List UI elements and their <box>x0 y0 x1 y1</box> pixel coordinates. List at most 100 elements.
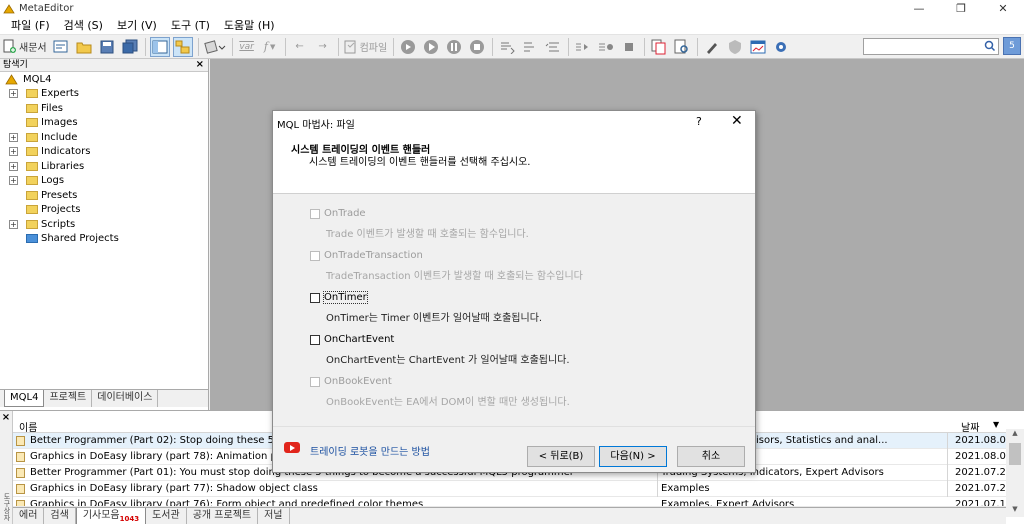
forward-button[interactable]: → <box>313 37 333 57</box>
search-icon[interactable] <box>984 40 996 52</box>
expand-icon[interactable]: + <box>9 147 18 157</box>
menu-view[interactable]: 보기 (V) <box>110 17 164 34</box>
arrow-right-icon: → <box>318 41 327 52</box>
table-row[interactable]: Graphics in DoEasy library (part 77): Sh… <box>13 481 1012 497</box>
breakpoint-button[interactable] <box>596 37 616 57</box>
expand-icon[interactable]: + <box>9 176 18 186</box>
tree-item-images[interactable]: Images <box>0 116 208 131</box>
market-button[interactable] <box>725 37 745 57</box>
tab-errors[interactable]: 에러 <box>13 508 45 524</box>
tree-item-include[interactable]: + Include <box>0 130 208 145</box>
onchartevent-checkbox[interactable] <box>310 335 320 345</box>
new-from-template-button[interactable] <box>51 37 71 57</box>
search-input[interactable] <box>863 38 999 55</box>
tab-projects[interactable]: 프로젝트 <box>44 390 93 407</box>
tab-journal[interactable]: 저널 <box>258 508 290 524</box>
menu-file[interactable]: 파일 (F) <box>4 17 57 34</box>
back-button[interactable]: ← <box>290 37 310 57</box>
scroll-down-icon[interactable]: ▼ <box>1006 505 1024 517</box>
tab-search[interactable]: 검색 <box>44 508 76 524</box>
mql5-community-button[interactable]: 5 <box>1003 37 1021 55</box>
option-name[interactable]: OnTimer <box>323 291 368 304</box>
option-name[interactable]: OnChartEvent <box>324 334 394 345</box>
toolbox-close-icon[interactable]: × <box>0 411 12 425</box>
navigator-toggle-button[interactable] <box>149 36 170 57</box>
event-handler-options: OnTrade Trade 이벤트가 발생할 때 호출되는 함수입니다. OnT… <box>273 194 755 426</box>
list-names-button[interactable]: var <box>237 37 257 57</box>
open-button[interactable] <box>74 37 94 57</box>
new-document-button[interactable]: 새문서 <box>2 37 48 57</box>
terminal-button[interactable] <box>748 37 768 57</box>
tree-item-libraries[interactable]: + Libraries <box>0 159 208 174</box>
parameter-info-button[interactable]: f ▼ <box>260 37 280 57</box>
tab-code-base[interactable]: 도서관 <box>146 508 187 524</box>
back-button[interactable]: < 뒤로(B) <box>527 446 595 467</box>
tree-item-mql4[interactable]: MQL4 <box>0 72 208 87</box>
step-out-button[interactable] <box>543 37 563 57</box>
styler-icon <box>203 39 225 54</box>
copy-button[interactable] <box>649 37 669 57</box>
tree-item-presets[interactable]: Presets <box>0 188 208 203</box>
debug-stop-button[interactable] <box>467 37 487 57</box>
tree-item-files[interactable]: Files <box>0 101 208 116</box>
expand-icon[interactable]: + <box>9 219 18 229</box>
add-watch-button[interactable] <box>573 37 593 57</box>
expand-icon[interactable]: + <box>9 132 18 142</box>
minimize-button[interactable]: — <box>898 0 940 17</box>
scroll-thumb[interactable] <box>1009 443 1021 465</box>
close-window-button[interactable]: ✕ <box>982 0 1024 17</box>
tab-public-projects[interactable]: 공개 프로젝트 <box>187 508 259 524</box>
debug-play-button[interactable] <box>421 37 441 57</box>
option-description: Trade 이벤트가 발생할 때 호출되는 함수입니다. <box>326 229 529 240</box>
expand-icon[interactable]: + <box>9 89 18 99</box>
tree-item-indicators[interactable]: + Indicators <box>0 145 208 160</box>
ontimer-checkbox[interactable] <box>310 293 320 303</box>
tree-item-shared-projects[interactable]: Shared Projects <box>0 232 208 247</box>
cancel-button[interactable]: 취소 <box>677 446 745 467</box>
remove-breakpoints-button[interactable] <box>619 37 639 57</box>
ontrade-checkbox[interactable] <box>310 209 320 219</box>
article-title: Better Programmer (Part 02): Stop doing … <box>30 435 309 446</box>
column-header-name[interactable]: 이름 <box>19 419 37 434</box>
tree-item-experts[interactable]: + Experts <box>0 87 208 102</box>
scroll-up-icon[interactable]: ▲ <box>1006 429 1024 441</box>
save-all-button[interactable] <box>120 37 140 57</box>
expand-icon[interactable]: + <box>9 161 18 171</box>
tree-item-projects[interactable]: Projects <box>0 203 208 218</box>
youtube-icon[interactable] <box>284 442 300 453</box>
save-button[interactable] <box>97 37 117 57</box>
tree-item-label: Presets <box>41 189 78 201</box>
table-row[interactable]: Graphics in DoEasy library (part 76): Fo… <box>13 497 1006 507</box>
step-over-button[interactable] <box>520 37 540 57</box>
debug-start-button[interactable] <box>398 37 418 57</box>
tree-item-logs[interactable]: + Logs <box>0 174 208 189</box>
navigator-tabs: MQL4 프로젝트 데이터베이스 <box>0 389 208 407</box>
video-tutorial-link[interactable]: 트레이딩 로봇을 만드는 방법 <box>310 443 430 458</box>
tab-articles[interactable]: 기사모음1043 <box>75 508 147 524</box>
navigator-close-icon[interactable]: × <box>196 59 204 71</box>
find-in-files-button[interactable] <box>672 37 692 57</box>
debug-pause-button[interactable] <box>444 37 464 57</box>
help-button[interactable]: ? <box>696 115 702 128</box>
navigator-tree: MQL4 + Experts Files Images + Include + Ind… <box>0 72 208 246</box>
toolbox-toggle-button[interactable] <box>172 36 193 57</box>
dialog-close-button[interactable]: ✕ <box>731 113 743 129</box>
styler-button[interactable] <box>203 37 227 57</box>
compile-button[interactable]: 컴파일 <box>343 37 389 57</box>
toolbox-scrollbar[interactable]: ▲ ▼ <box>1006 429 1024 517</box>
compile-icon <box>344 40 356 53</box>
menu-search[interactable]: 검색 (S) <box>57 17 110 34</box>
mql5-button[interactable] <box>702 37 722 57</box>
settings-button[interactable] <box>771 37 791 57</box>
step-into-button[interactable] <box>497 37 517 57</box>
ontradetransaction-checkbox[interactable] <box>310 251 320 261</box>
onbookevent-checkbox[interactable] <box>310 377 320 387</box>
tree-item-scripts[interactable]: + Scripts <box>0 217 208 232</box>
next-button[interactable]: 다음(N) > <box>599 446 667 467</box>
menu-tools[interactable]: 도구 (T) <box>164 17 217 34</box>
column-header-date[interactable]: 날짜 <box>961 419 979 434</box>
tab-mql4[interactable]: MQL4 <box>4 390 45 407</box>
tab-database[interactable]: 데이터베이스 <box>92 390 159 407</box>
restore-button[interactable]: ❐ <box>940 0 982 17</box>
menu-help[interactable]: 도움말 (H) <box>217 17 282 34</box>
